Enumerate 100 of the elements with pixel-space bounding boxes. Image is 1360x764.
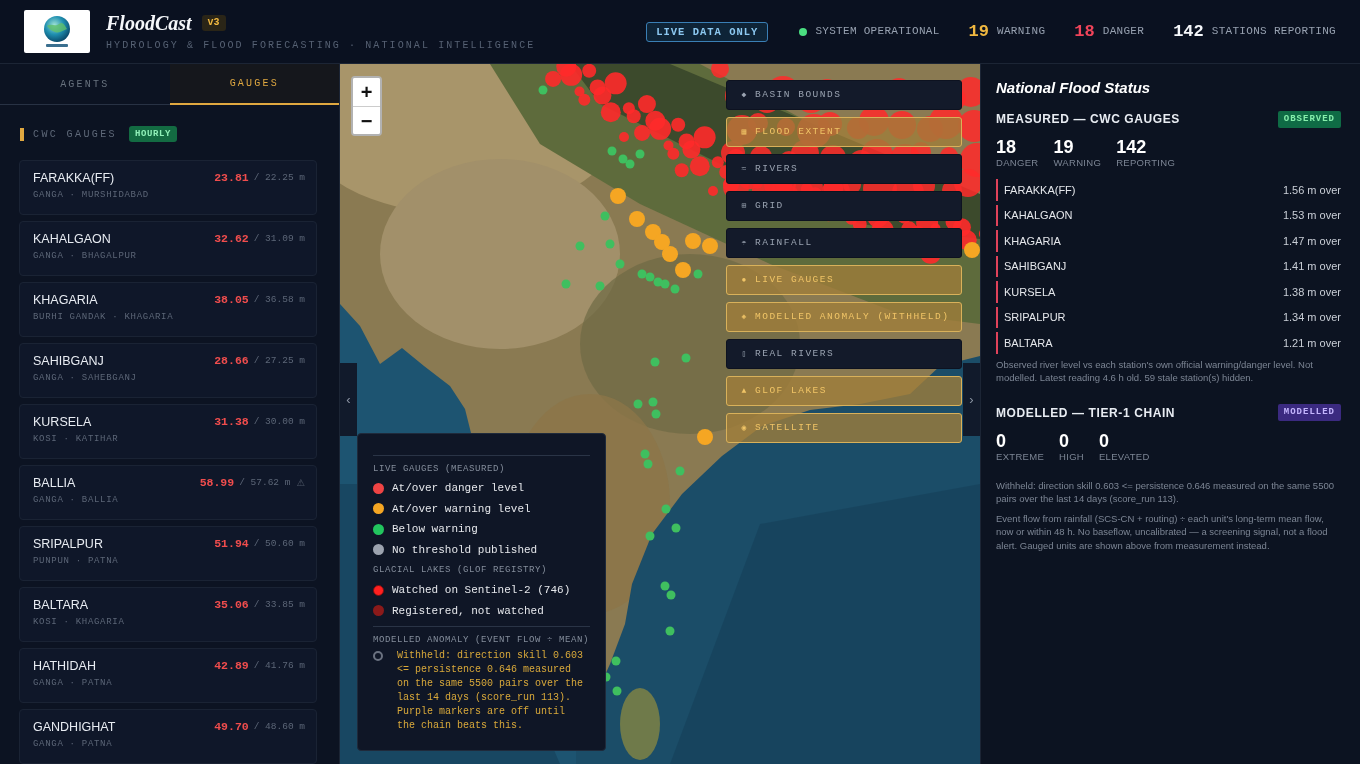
- gauge-location: GANGA · PATNA: [33, 677, 113, 689]
- layer-glyph-icon: ▲: [740, 385, 748, 397]
- count-label: STATIONS REPORTING: [1211, 24, 1336, 40]
- layer-toggle[interactable]: ☂ RAINFALL: [726, 228, 962, 258]
- layer-toggle[interactable]: ◆ BASIN BOUNDS: [726, 80, 962, 110]
- zoom-out-button[interactable]: −: [353, 106, 380, 134]
- stat-value: 0: [996, 431, 1007, 450]
- collapse-left-button[interactable]: ‹: [340, 363, 357, 436]
- count-value: 18: [1074, 21, 1095, 42]
- gauge-name: FARAKKA(FF): [33, 170, 116, 186]
- gauge-name: KAHALGAON: [33, 231, 112, 247]
- station-name: FARAKKA(FF): [1004, 182, 1076, 198]
- layer-glyph-icon: ⊞: [740, 200, 748, 212]
- panel-tab[interactable]: GAUGES: [169, 64, 339, 105]
- gauge-card[interactable]: BALLIA GANGA · BALLIA 58.99 / 57.62 m ⚠: [19, 465, 317, 520]
- layer-toggle[interactable]: ≈ RIVERS: [726, 154, 962, 184]
- stat-value: 142: [1116, 138, 1148, 156]
- station-excess: 1.38 m over: [1282, 284, 1341, 300]
- layer-glyph-icon: ◆: [740, 89, 748, 101]
- gauge-threshold: / 57.62 m: [239, 476, 291, 490]
- count-value: 19: [968, 21, 989, 42]
- station-excess: 1.56 m over: [1282, 182, 1341, 198]
- station-excess: 1.47 m over: [1282, 233, 1341, 249]
- gauge-threshold: / 22.25 m: [253, 171, 305, 185]
- layer-toggle[interactable]: ⊞ GRID: [726, 191, 962, 221]
- gauge-location: PUNPUN · PATNA: [33, 555, 119, 567]
- legend-note: Withheld: direction skill 0.603 <= persistence 0.646 measured on the same 5500 pairs over the last 14 days (score_run 113). Purple markers are off until the chain beats this.: [397, 649, 585, 733]
- gauge-threshold: / 50.60 m: [253, 537, 305, 551]
- layer-toggle[interactable]: ▯ REAL RIVERS: [726, 339, 962, 369]
- warning-icon: ⚠: [296, 475, 305, 491]
- gauge-location: KOSI · KATIHAR: [33, 433, 119, 445]
- gauge-location: KOSI · KHAGARIA: [33, 616, 125, 628]
- station-excess: 1.41 m over: [1282, 259, 1341, 274]
- legend-label: At/over warning level: [392, 501, 531, 517]
- gauge-card[interactable]: GANDHIGHAT GANGA · PATNA 49.70 / 48.60 m: [19, 709, 317, 764]
- legend-heading: LIVE GAUGES (MEASURED): [373, 463, 507, 475]
- count-label: DANGER: [1102, 24, 1145, 40]
- gauge-threshold: / 41.76 m: [253, 659, 305, 673]
- legend-heading: GLACIAL LAKES (GLOF REGISTRY): [373, 564, 549, 576]
- station-name: SAHIBGANJ: [1004, 259, 1067, 274]
- collapse-right-button[interactable]: ›: [963, 363, 980, 436]
- legend-label: At/over danger level: [392, 481, 525, 496]
- panel-note: Event flow from rainfall (SCS-CN + routing) ÷ each unit's long-term mean flow, now or within 48 h. No baseflow, uncalibrated — a screening signal, not a flood alert. Gauged units are shown above from measurement instead.: [996, 511, 1329, 552]
- hourly-badge: HOURLY: [129, 126, 178, 142]
- globe-logo-icon: [24, 10, 90, 53]
- stat-value: 0: [1099, 431, 1110, 450]
- stat-label: REPORTING: [1116, 157, 1176, 169]
- gauge-location: GANGA · MURSHIDABAD: [33, 189, 149, 201]
- gauge-card[interactable]: FARAKKA(FF) GANGA · MURSHIDABAD 23.81 / 22.25 m: [19, 160, 317, 215]
- gauge-reading: 42.89: [214, 658, 249, 674]
- legend-label: Registered, not watched: [392, 603, 544, 619]
- system-status-text: SYSTEM OPERATIONAL: [815, 24, 940, 40]
- stat-label: DANGER: [996, 157, 1039, 169]
- gauge-card[interactable]: HATHIDAH GANGA · PATNA 42.89 / 41.76 m: [19, 648, 317, 703]
- count-label: WARNING: [997, 24, 1046, 40]
- legend-label: Watched on Sentinel-2 (746): [392, 583, 571, 598]
- section-heading: MODELLED — TIER-1 CHAIN: [996, 404, 1176, 422]
- station-excess: 1.21 m over: [1282, 335, 1341, 351]
- gauge-reading: 58.99: [199, 475, 235, 491]
- layer-glyph-icon: ◉: [740, 422, 748, 434]
- gauge-location: GANGA · BHAGALPUR: [33, 250, 137, 262]
- layer-glyph-icon: ≈: [740, 163, 748, 175]
- gauge-location: GANGA · SAHEBGANJ: [33, 372, 137, 384]
- legend-label: No threshold published: [392, 542, 538, 558]
- gauge-threshold: / 48.60 m: [253, 720, 305, 734]
- live-data-badge: LIVE DATA ONLY: [646, 21, 769, 42]
- gauge-threshold: / 31.09 m: [253, 232, 305, 246]
- gauge-reading: 38.05: [214, 292, 249, 308]
- gauge-name: BALTARA: [33, 597, 90, 613]
- gauge-threshold: / 27.25 m: [253, 354, 305, 368]
- gauge-name: SRIPALPUR: [33, 536, 104, 552]
- layer-glyph-icon: ☂: [740, 237, 748, 249]
- gauge-location: GANGA · BALLIA: [33, 494, 119, 506]
- gauge-location: GANGA · PATNA: [33, 738, 114, 750]
- app-title: FloodCast: [106, 11, 192, 35]
- gauge-card[interactable]: SRIPALPUR PUNPUN · PATNA 51.94 / 50.60 m: [19, 526, 317, 581]
- gauge-card[interactable]: SAHIBGANJ GANGA · SAHEBGANJ 28.66 / 27.25 m: [19, 343, 317, 398]
- gauge-name: BALLIA: [33, 475, 77, 491]
- gauge-reading: 49.70: [214, 719, 249, 735]
- gauge-reading: 35.06: [214, 597, 249, 613]
- station-name: KURSELA: [1004, 284, 1056, 300]
- gauge-card[interactable]: KAHALGAON GANGA · BHAGALPUR 32.62 / 31.09 m: [19, 221, 317, 276]
- stat-value: 18: [996, 138, 1018, 156]
- section-title: CWC GAUGES: [33, 127, 117, 142]
- gauge-card[interactable]: KHAGARIA BURHI GANDAK · KHAGARIA 38.05 / 36.58 m: [19, 282, 317, 337]
- layer-glyph-icon: ◈: [740, 311, 748, 323]
- gauge-card[interactable]: KURSELA KOSI · KATIHAR 31.38 / 30.00 m: [19, 404, 317, 459]
- stat-label: ELEVATED: [1099, 450, 1150, 463]
- panel-note: Observed river level vs each station's own official warning/danger level. Not modelled. Latest reading 4.6 h old. 59 stale station(s) hidden.: [996, 357, 1314, 384]
- station-name: KHAGARIA: [1004, 233, 1061, 249]
- stat-label: WARNING: [1053, 157, 1102, 169]
- gauge-name: KURSELA: [33, 414, 93, 430]
- gauge-reading: 23.81: [214, 170, 249, 186]
- station-name: SRIPALPUR: [1004, 310, 1066, 325]
- version-badge: v3: [201, 15, 226, 31]
- panel-note: Withheld: direction skill 0.603 <= persistence 0.646 measured on the same 5500 pairs over the last 14 days (score_run 113).: [996, 478, 1335, 506]
- panel-tab[interactable]: AGENTS: [0, 64, 170, 105]
- modelled-badge: MODELLED: [1277, 404, 1341, 421]
- stat-label: HIGH: [1059, 450, 1084, 463]
- gauge-card[interactable]: BALTARA KOSI · KHAGARIA 35.06 / 33.85 m: [19, 587, 317, 642]
